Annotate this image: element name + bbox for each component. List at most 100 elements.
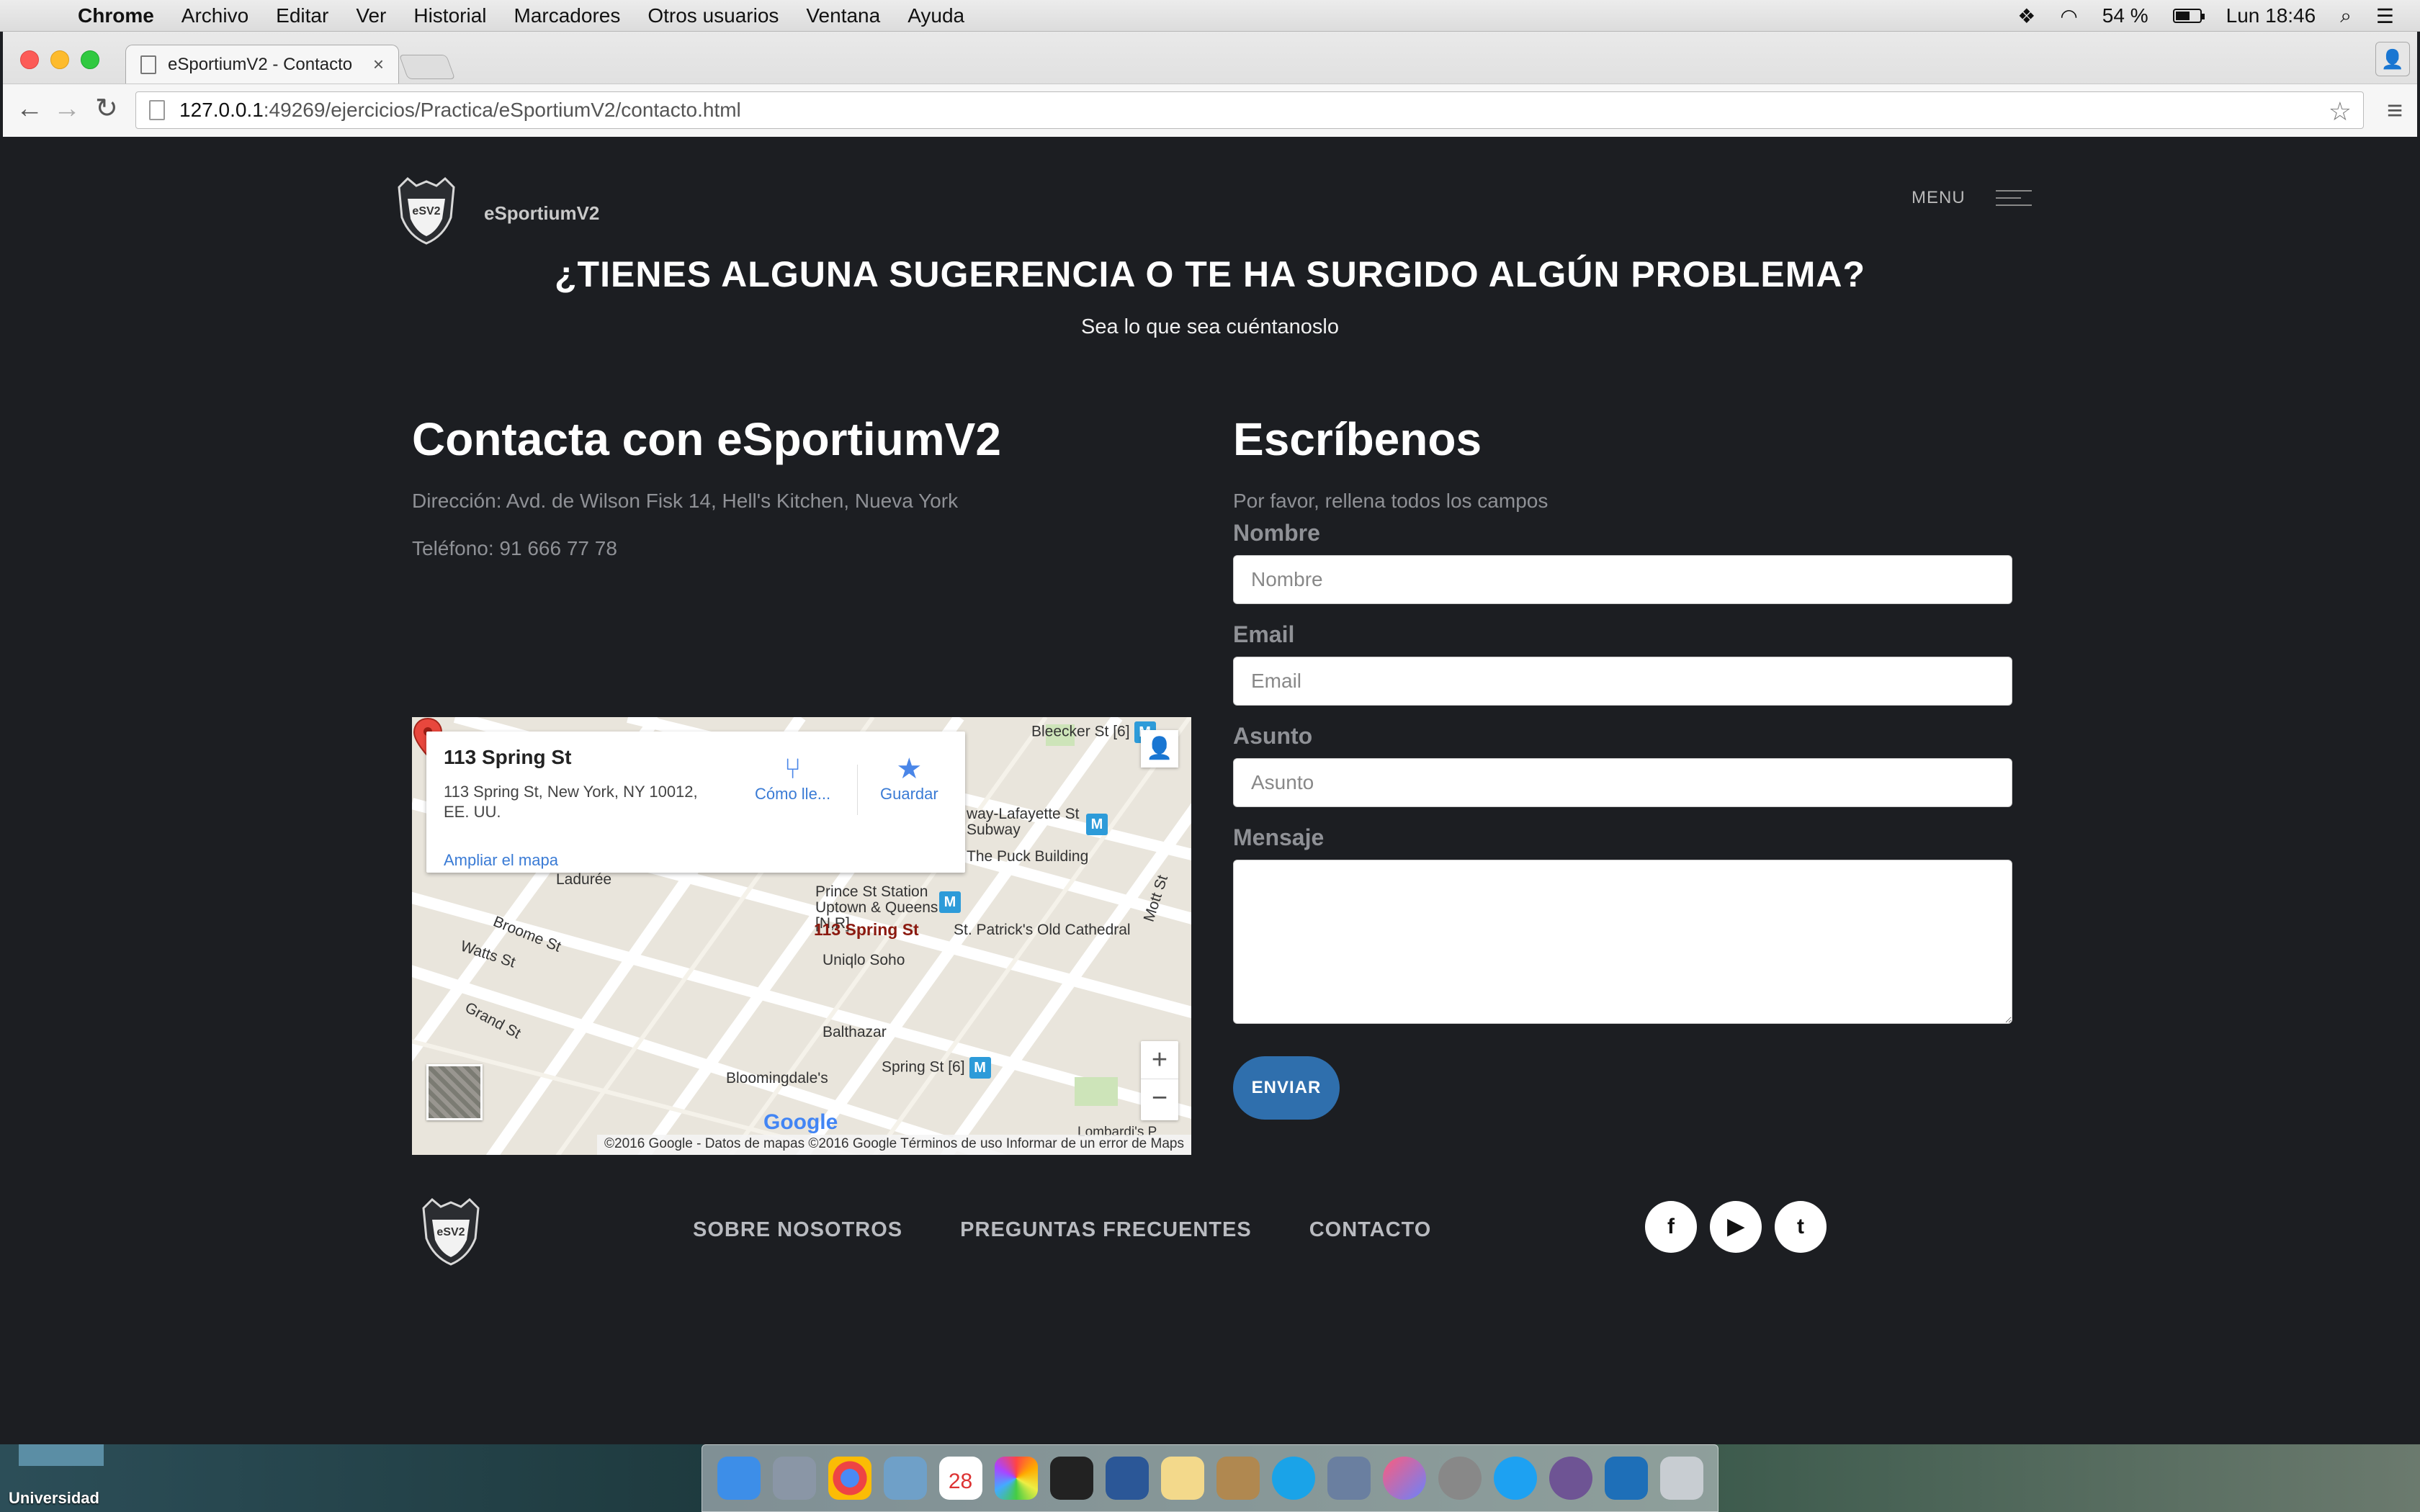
screen-sharing-icon[interactable]: [1327, 1457, 1371, 1500]
map-label-spring6: Spring St [6] M: [882, 1057, 991, 1079]
map-attribution[interactable]: ©2016 Google - Datos de mapas ©2016 Goog…: [597, 1135, 1191, 1155]
preview-icon[interactable]: [883, 1457, 927, 1500]
launchpad-icon[interactable]: [772, 1457, 816, 1500]
battery-icon[interactable]: [2172, 9, 2205, 23]
footer-shield-logo-icon[interactable]: eSV2: [418, 1195, 484, 1267]
directions-label: Cómo lle...: [755, 785, 831, 803]
youtube-icon[interactable]: ▶: [1710, 1201, 1762, 1253]
map-pin-label: 113 Spring St: [814, 920, 919, 939]
message-textarea[interactable]: [1233, 860, 2012, 1024]
subject-input[interactable]: [1233, 758, 2012, 807]
twitter-icon[interactable]: t: [1775, 1201, 1827, 1253]
itunes-icon[interactable]: [1382, 1457, 1426, 1500]
minimize-window-button[interactable]: [50, 50, 69, 69]
page-icon: [140, 55, 156, 74]
directions-icon: ⑂: [784, 753, 802, 785]
menu-ventana[interactable]: Ventana: [806, 4, 880, 27]
sourcetree-icon[interactable]: [1604, 1457, 1648, 1500]
directions-button[interactable]: ⑂ Cómo lle...: [755, 753, 830, 804]
menu-ayuda[interactable]: Ayuda: [908, 4, 964, 27]
map-label-bleecker: Bleecker St [6]M: [1031, 721, 1156, 743]
spotlight-icon[interactable]: ⌕: [2340, 4, 2352, 28]
contact-heading: Contacta con eSportiumV2: [412, 413, 1001, 465]
url-host: 127.0.0.1: [179, 99, 264, 121]
satellite-toggle[interactable]: [426, 1064, 483, 1120]
name-label: Nombre: [1233, 520, 1320, 546]
menu-historial[interactable]: Historial: [413, 4, 486, 27]
dropbox-icon[interactable]: ❖: [2017, 4, 2035, 28]
email-input[interactable]: [1233, 657, 2012, 706]
menu-app-name[interactable]: Chrome: [78, 4, 154, 27]
browser-tab[interactable]: eSportiumV2 - Contacto ×: [125, 45, 399, 84]
notification-center-icon[interactable]: ☰: [2376, 4, 2394, 28]
desktop-folder-label[interactable]: Universidad: [9, 1489, 99, 1508]
archive-utility-icon[interactable]: [1216, 1457, 1260, 1500]
finder-icon[interactable]: [717, 1457, 761, 1500]
subway-icon: M: [939, 891, 961, 913]
submit-button[interactable]: ENVIAR: [1233, 1056, 1340, 1120]
footer-link-faq[interactable]: PREGUNTAS FRECUENTES: [960, 1218, 1252, 1242]
folder-icon[interactable]: [19, 1444, 104, 1466]
url-path: :49269/ejercicios/Practica/eSportiumV2/c…: [263, 99, 741, 121]
map-place-title: 113 Spring St: [444, 746, 572, 768]
street-view-pegman-icon[interactable]: 👤: [1141, 730, 1178, 768]
contact-form: Nombre Email Asunto Mensaje ENVIAR: [1233, 520, 2014, 1120]
site-footer: eSV2 SOBRE NOSOTROS PREGUNTAS FRECUENTES…: [3, 1195, 2417, 1282]
address-bar[interactable]: 127.0.0.1:49269/ejercicios/Practica/eSpo…: [135, 91, 2364, 129]
zoom-out-button[interactable]: −: [1141, 1079, 1178, 1117]
zoom-window-button[interactable]: [81, 50, 99, 69]
menu-toggle[interactable]: MENU: [1912, 184, 2032, 212]
notes-icon[interactable]: [1160, 1457, 1204, 1500]
enlarge-map-link[interactable]: Ampliar el mapa: [444, 851, 558, 870]
skype-icon[interactable]: [1271, 1457, 1315, 1500]
bookmark-star-icon[interactable]: ☆: [2329, 96, 2352, 127]
contact-address: Dirección: Avd. de Wilson Fisk 14, Hell'…: [412, 490, 959, 512]
github-desktop-icon[interactable]: [1549, 1457, 1592, 1500]
embedded-map[interactable]: Bleecker St [6]M way-Lafayette St Subway…: [412, 717, 1191, 1155]
save-place-button[interactable]: ★ Guardar: [880, 753, 938, 804]
wifi-icon[interactable]: ◠: [2060, 4, 2077, 28]
map-place-address: 113 Spring St, New York, NY 10012, EE. U…: [444, 783, 698, 821]
photos-icon[interactable]: [994, 1457, 1038, 1500]
forward-icon[interactable]: →: [53, 94, 81, 123]
map-label-uniqlo: Uniqlo Soho: [823, 952, 905, 968]
terminal-icon[interactable]: [1049, 1457, 1093, 1500]
dock: 28: [702, 1444, 1718, 1512]
tab-title: eSportiumV2 - Contacto: [168, 54, 353, 74]
system-preferences-icon[interactable]: [1438, 1457, 1482, 1500]
close-window-button[interactable]: [20, 50, 39, 69]
chrome-icon[interactable]: [828, 1457, 871, 1500]
trash-icon[interactable]: [1659, 1457, 1703, 1500]
brand-name[interactable]: eSportiumV2: [484, 202, 599, 225]
footer-logo-text: eSV2: [436, 1226, 465, 1238]
calendar-icon[interactable]: 28: [938, 1457, 982, 1500]
back-icon[interactable]: ←: [16, 94, 43, 123]
map-label-bloomingdales: Bloomingdale's: [726, 1070, 828, 1086]
footer-link-about[interactable]: SOBRE NOSOTROS: [693, 1218, 902, 1242]
zoom-in-button[interactable]: +: [1141, 1041, 1178, 1079]
menu-ver[interactable]: Ver: [356, 4, 386, 27]
menu-editar[interactable]: Editar: [276, 4, 328, 27]
chrome-menu-icon[interactable]: ≡: [2387, 96, 2403, 127]
word-icon[interactable]: [1105, 1457, 1149, 1500]
clock[interactable]: Lun 18:46: [2226, 4, 2316, 27]
profile-icon[interactable]: 👤: [2375, 42, 2410, 76]
menu-otros-usuarios[interactable]: Otros usuarios: [647, 4, 779, 27]
menu-marcadores[interactable]: Marcadores: [514, 4, 621, 27]
contact-info-column: Contacta con eSportiumV2 Dirección: Avd.…: [412, 410, 1191, 1155]
web-page: eSV2 eSportiumV2 MENU ¿TIENES ALGUNA SUG…: [3, 137, 2417, 1444]
new-tab-button[interactable]: [398, 55, 456, 79]
menu-archivo[interactable]: Archivo: [182, 4, 248, 27]
battery-percent[interactable]: 54 %: [2102, 4, 2148, 27]
social-links: f ▶ t: [1645, 1201, 1827, 1253]
footer-link-contact[interactable]: CONTACTO: [1309, 1218, 1432, 1242]
hero-subtitle: Sea lo que sea cuéntanoslo: [1081, 315, 1339, 338]
tab-close-icon[interactable]: ×: [373, 53, 384, 76]
facebook-icon[interactable]: f: [1645, 1201, 1697, 1253]
shield-logo-icon: eSV2: [398, 176, 455, 245]
reload-icon[interactable]: ↻: [95, 94, 118, 123]
site-logo-link[interactable]: eSV2 eSportiumV2: [393, 174, 599, 246]
twitter-app-icon[interactable]: [1493, 1457, 1537, 1500]
contact-phone: Teléfono: 91 666 77 78: [412, 537, 617, 559]
name-input[interactable]: [1233, 555, 2012, 604]
